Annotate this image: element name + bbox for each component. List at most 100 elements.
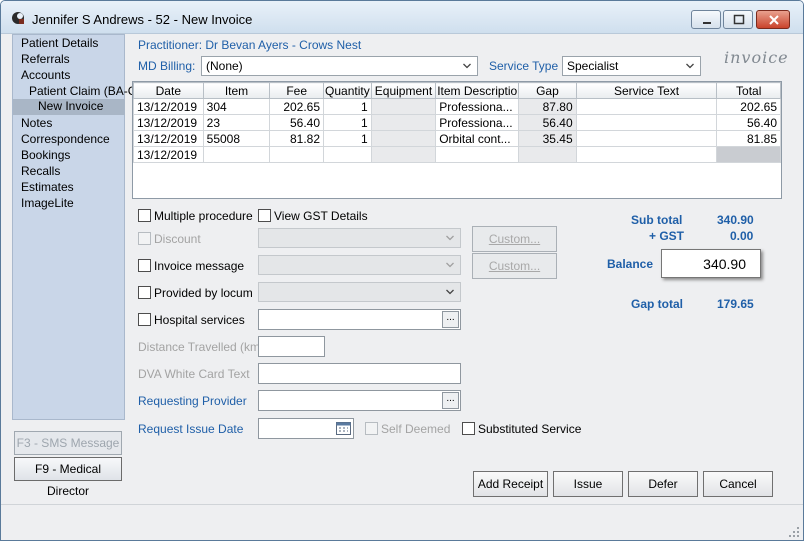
table-row[interactable]: 13/12/2019 23 56.40 1 Professiona... 56.… xyxy=(133,114,781,131)
multiple-procedure-checkbox[interactable] xyxy=(138,209,151,222)
cell-equipment[interactable] xyxy=(370,146,437,163)
maximize-button[interactable] xyxy=(723,10,753,29)
cell-equipment[interactable] xyxy=(370,98,437,115)
column-header-gap[interactable]: Gap xyxy=(518,82,577,99)
medical-director-button[interactable]: F9 - Medical Director xyxy=(14,457,122,498)
cell-item[interactable]: 23 xyxy=(202,114,271,131)
cell-fee[interactable]: 56.40 xyxy=(269,114,325,131)
cell-service-text[interactable] xyxy=(575,146,718,163)
provider-browse-button[interactable]: ... xyxy=(442,392,459,409)
cell-equipment[interactable] xyxy=(370,130,437,147)
sidebar-item-estimates[interactable]: Estimates xyxy=(21,180,74,196)
cell-date[interactable]: 13/12/2019 xyxy=(133,146,204,163)
view-gst-checkbox[interactable] xyxy=(258,209,271,222)
sidebar-item-accounts[interactable]: Accounts xyxy=(21,68,70,84)
cell-date[interactable]: 13/12/2019 xyxy=(133,98,204,115)
gap-total-value: 179.65 xyxy=(717,297,754,311)
close-button[interactable] xyxy=(756,10,790,29)
column-header-service-text[interactable]: Service Text xyxy=(575,82,718,99)
cell-service-text[interactable] xyxy=(575,98,718,115)
requesting-provider-field[interactable]: ... xyxy=(258,390,461,411)
sidebar-item-referrals[interactable]: Referrals xyxy=(21,52,70,68)
column-header-equipment[interactable]: Equipment xyxy=(370,82,437,99)
cell-item[interactable] xyxy=(202,146,271,163)
chevron-down-icon xyxy=(446,289,454,295)
column-header-fee[interactable]: Fee xyxy=(269,82,325,99)
issue-button[interactable]: Issue xyxy=(553,471,623,497)
column-header-item-description[interactable]: Item Descriptio xyxy=(435,82,520,99)
cancel-button[interactable]: Cancel xyxy=(703,471,773,497)
cell-quantity[interactable]: 1 xyxy=(323,114,372,131)
sms-message-button[interactable]: F3 - SMS Message xyxy=(14,431,122,455)
sidebar-item-patient-claim[interactable]: Patient Claim (BA-CN xyxy=(29,84,145,100)
hospital-browse-button[interactable]: ... xyxy=(442,311,459,328)
column-header-item[interactable]: Item xyxy=(202,82,271,99)
app-icon xyxy=(12,12,24,24)
distance-travelled-input[interactable] xyxy=(258,336,325,357)
cell-date[interactable]: 13/12/2019 xyxy=(133,130,204,147)
minimize-icon xyxy=(703,22,711,24)
service-type-select[interactable]: Specialist xyxy=(562,56,701,76)
cell-description[interactable]: Professiona... xyxy=(435,98,520,115)
locum-select[interactable] xyxy=(258,282,461,302)
md-billing-value: (None) xyxy=(206,59,243,73)
hospital-services-field[interactable]: ... xyxy=(258,309,461,330)
cell-gap: 56.40 xyxy=(518,114,577,131)
cell-item[interactable]: 304 xyxy=(202,98,271,115)
cell-quantity[interactable]: 1 xyxy=(323,130,372,147)
cell-item[interactable]: 55008 xyxy=(202,130,271,147)
table-row[interactable]: 13/12/2019 304 202.65 1 Professiona... 8… xyxy=(133,98,781,115)
substituted-service-label: Substituted Service xyxy=(478,422,582,436)
cell-description[interactable] xyxy=(435,146,520,163)
dva-white-card-input[interactable] xyxy=(258,363,461,384)
sidebar-item-correspondence[interactable]: Correspondence xyxy=(21,132,110,148)
add-receipt-button[interactable]: Add Receipt xyxy=(473,471,548,497)
cell-gap: 35.45 xyxy=(518,130,577,147)
discount-checkbox[interactable] xyxy=(138,232,151,245)
minimize-button[interactable] xyxy=(691,10,721,29)
items-table: Date Item Fee Quantity Equipment Item De… xyxy=(133,82,781,163)
sidebar-item-notes[interactable]: Notes xyxy=(21,116,52,132)
message-custom-button[interactable]: Custom... xyxy=(472,253,557,279)
calendar-icon[interactable] xyxy=(336,421,351,436)
cell-equipment[interactable] xyxy=(370,114,437,131)
cell-description[interactable]: Orbital cont... xyxy=(435,130,520,147)
chevron-down-icon xyxy=(446,262,454,268)
cell-date[interactable]: 13/12/2019 xyxy=(133,114,204,131)
cell-fee[interactable]: 202.65 xyxy=(269,98,325,115)
sidebar-item-patient-details[interactable]: Patient Details xyxy=(21,36,98,52)
invoice-message-checkbox[interactable] xyxy=(138,259,151,272)
invoice-message-select[interactable] xyxy=(258,255,461,275)
discount-custom-button[interactable]: Custom... xyxy=(472,226,557,252)
provided-by-locum-checkbox[interactable] xyxy=(138,286,151,299)
cell-description[interactable]: Professiona... xyxy=(435,114,520,131)
column-header-total[interactable]: Total xyxy=(716,82,781,99)
request-issue-date-input[interactable] xyxy=(258,418,354,439)
cell-quantity[interactable] xyxy=(323,146,372,163)
sidebar-item-imagelite[interactable]: ImageLite xyxy=(21,196,74,212)
cell-service-text[interactable] xyxy=(575,130,718,147)
requesting-provider-label: Requesting Provider xyxy=(138,394,247,408)
substituted-service-checkbox[interactable] xyxy=(462,422,475,435)
dva-white-card-label: DVA White Card Text xyxy=(138,367,250,381)
self-deemed-checkbox[interactable] xyxy=(365,422,378,435)
sidebar: Patient Details Referrals Accounts Patie… xyxy=(12,34,145,420)
table-row[interactable]: 13/12/2019 xyxy=(133,146,781,163)
cell-fee[interactable]: 81.82 xyxy=(269,130,325,147)
sidebar-item-bookings[interactable]: Bookings xyxy=(21,148,70,164)
hospital-services-checkbox[interactable] xyxy=(138,313,151,326)
service-type-value: Specialist xyxy=(567,59,619,73)
sidebar-item-recalls[interactable]: Recalls xyxy=(21,164,60,180)
discount-select[interactable] xyxy=(258,228,461,248)
sidebar-item-new-invoice[interactable]: New Invoice xyxy=(13,99,125,115)
cell-service-text[interactable] xyxy=(575,114,718,131)
md-billing-select[interactable]: (None) xyxy=(201,56,478,76)
resize-grip-icon[interactable] xyxy=(789,527,799,537)
column-header-date[interactable]: Date xyxy=(133,82,204,99)
defer-button[interactable]: Defer xyxy=(628,471,698,497)
cell-fee[interactable] xyxy=(269,146,325,163)
column-header-quantity[interactable]: Quantity xyxy=(323,82,372,99)
table-row[interactable]: 13/12/2019 55008 81.82 1 Orbital cont...… xyxy=(133,130,781,147)
invoice-items-grid[interactable]: Date Item Fee Quantity Equipment Item De… xyxy=(132,81,782,199)
cell-quantity[interactable]: 1 xyxy=(323,98,372,115)
